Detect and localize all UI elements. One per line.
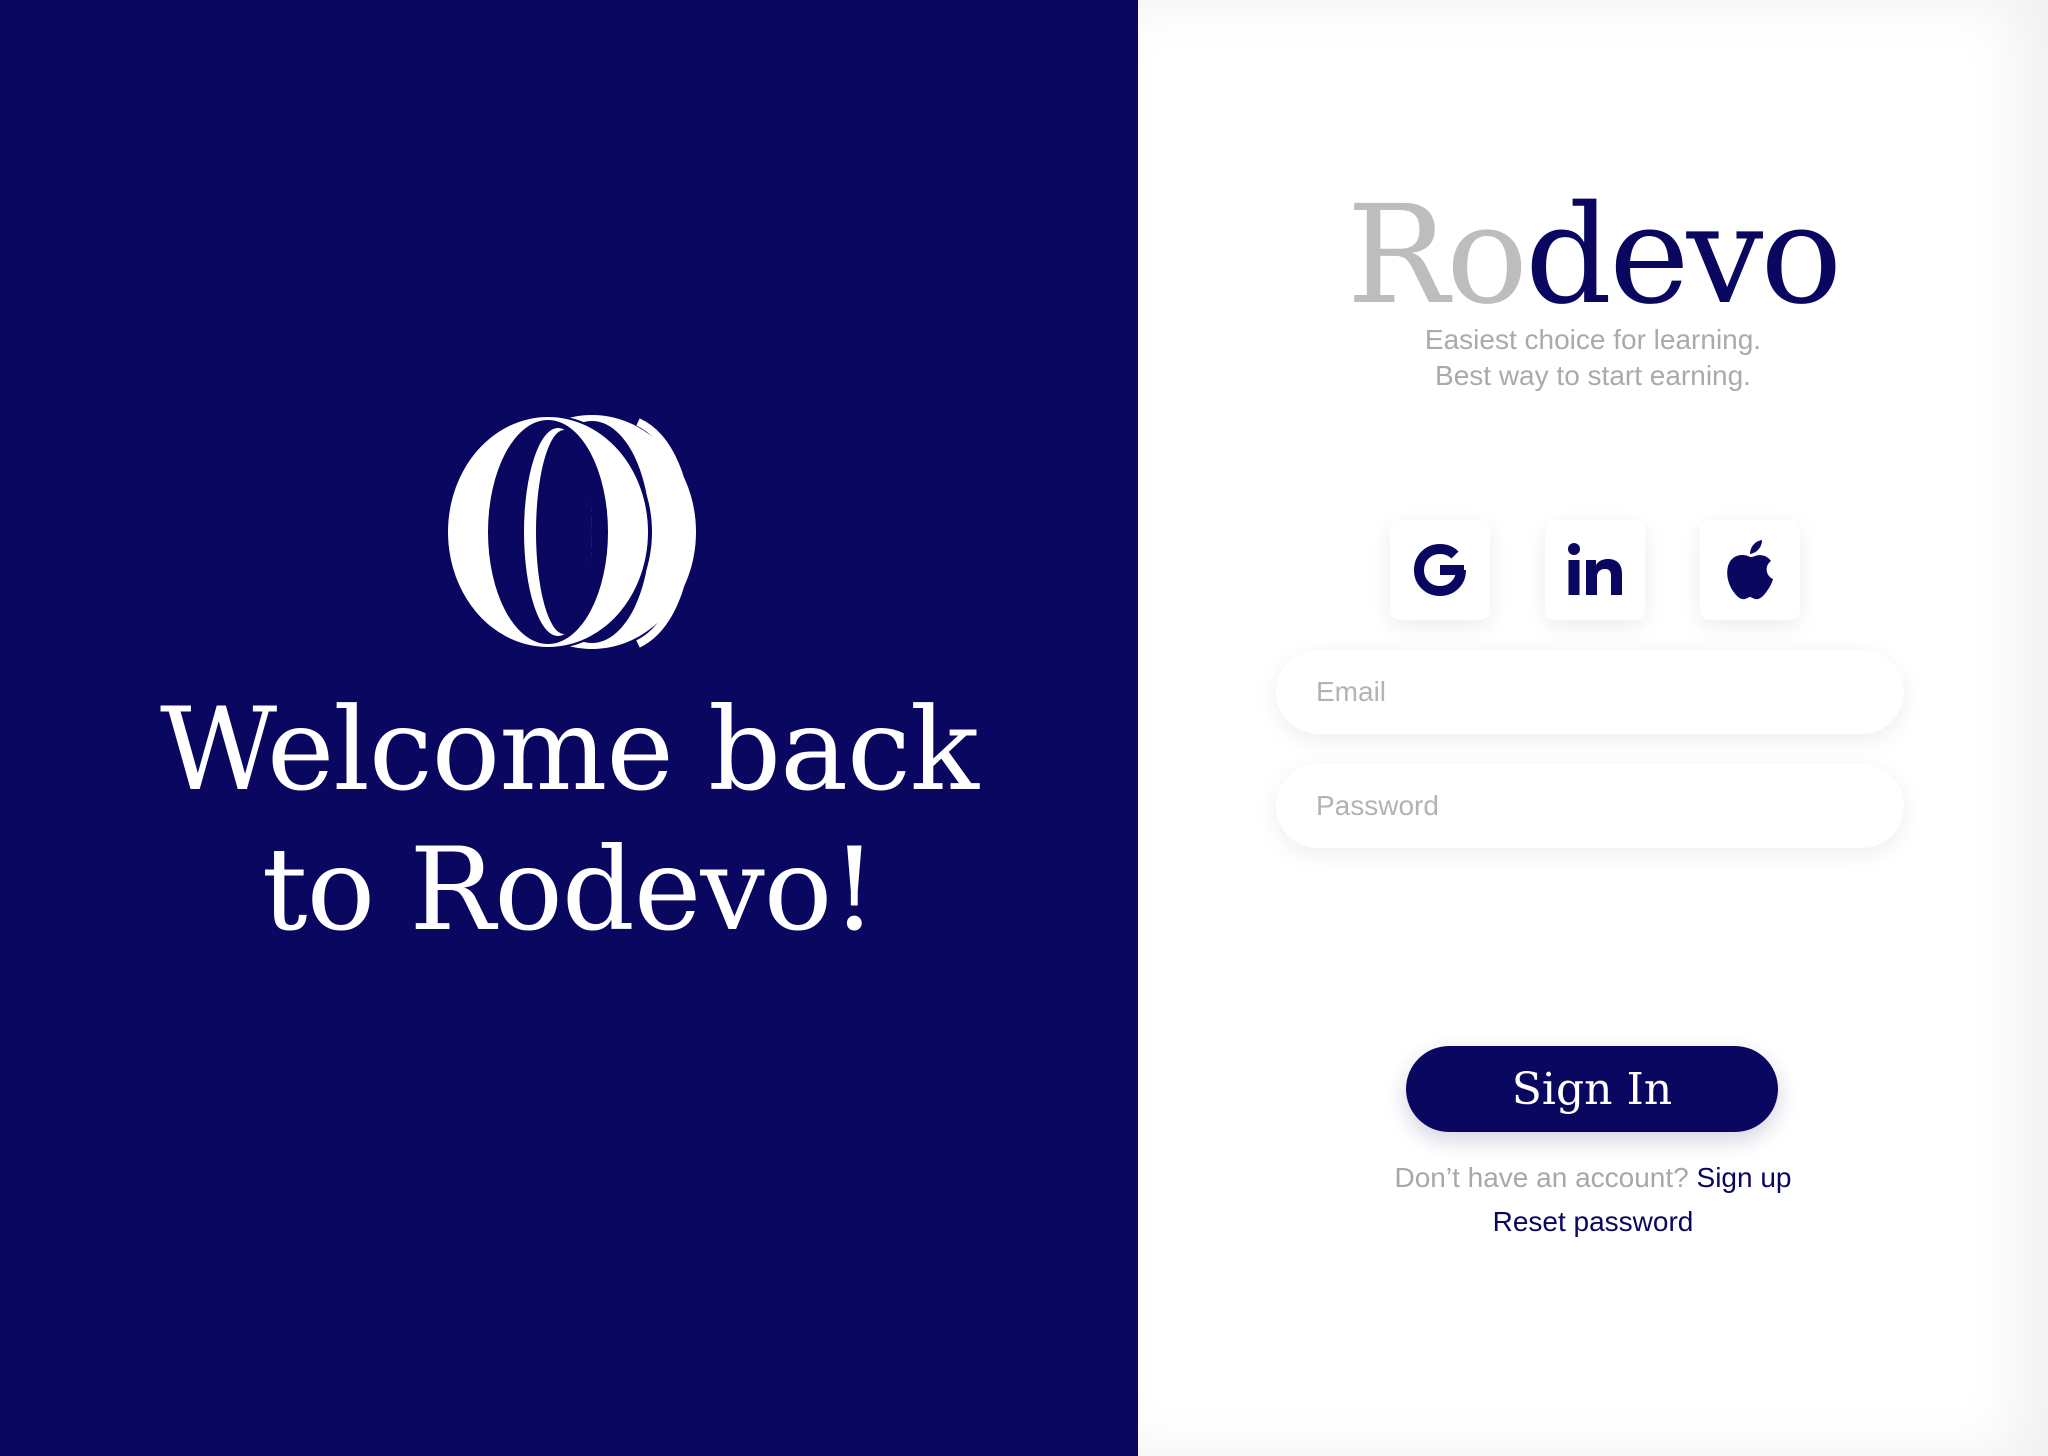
reset-password-link[interactable]: Reset password: [1493, 1206, 1694, 1237]
signin-panel: Rodevo Easiest choice for learning. Best…: [1138, 0, 2048, 1456]
welcome-heading: Welcome back to Rodevo!: [0, 680, 1138, 960]
signup-prompt: Don’t have an account? Sign up: [1138, 1160, 2048, 1196]
brand-part-1: Ro: [1346, 177, 1528, 335]
linkedin-login-button[interactable]: [1545, 520, 1645, 620]
tagline-line-1: Easiest choice for learning.: [1424, 324, 1762, 355]
tagline-line-2: Best way to start earning.: [1435, 360, 1751, 391]
sign-up-link[interactable]: Sign up: [1697, 1162, 1792, 1193]
email-field[interactable]: [1276, 650, 1904, 734]
social-login-row: [1390, 520, 1800, 620]
welcome-line-2: to Rodevo!: [261, 823, 877, 956]
apple-icon: [1727, 540, 1773, 600]
tagline: Easiest choice for learning. Best way to…: [1138, 322, 2048, 394]
apple-login-button[interactable]: [1700, 520, 1800, 620]
brand-logo-text: Rodevo: [1138, 180, 2048, 331]
welcome-line-1: Welcome back: [160, 683, 979, 816]
double-o-logo-icon: [444, 415, 696, 649]
login-page: Welcome back to Rodevo! Rodevo Easiest c…: [0, 0, 2048, 1456]
linkedin-icon: [1568, 543, 1622, 595]
welcome-panel: Welcome back to Rodevo!: [0, 0, 1138, 1456]
sign-in-button[interactable]: Sign In: [1406, 1046, 1778, 1132]
google-icon: [1413, 543, 1466, 597]
password-field[interactable]: [1276, 764, 1904, 848]
reset-prompt: Reset password: [1138, 1204, 2048, 1240]
no-account-text: Don’t have an account?: [1394, 1162, 1689, 1193]
google-login-button[interactable]: [1390, 520, 1490, 620]
brand-part-2: devo: [1525, 177, 1842, 335]
